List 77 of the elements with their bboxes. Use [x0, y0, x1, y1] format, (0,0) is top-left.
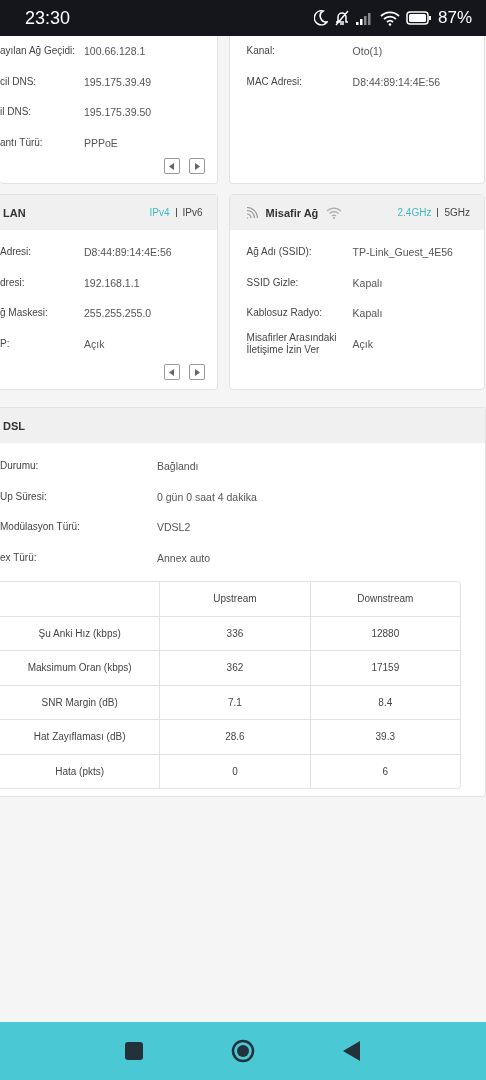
card-title: DSL [3, 419, 25, 432]
caret-left-icon [168, 368, 175, 376]
field-label: ayılan Ağ Geçidi: [0, 45, 77, 58]
previous-button[interactable] [163, 364, 180, 380]
band-tab[interactable]: IPv6 [182, 207, 203, 218]
field-value: 192.168.1.1 [84, 276, 140, 289]
field-label: ğ Maskesi: [0, 307, 49, 320]
signal-icon [355, 11, 374, 25]
caret-left-icon [168, 162, 175, 170]
table-cell: SNR Margin (dB) [0, 684, 160, 719]
field-value: TP-Link_Guest_4E56 [352, 246, 453, 259]
moon-icon [313, 10, 328, 26]
band-tab[interactable]: 5GHz [444, 207, 470, 218]
field-value: Açık [352, 337, 373, 350]
field-label: Kablosuz Radyo: [246, 307, 324, 320]
field-label: il DNS: [0, 106, 33, 119]
field-value: Oto(1) [352, 45, 383, 58]
column-header: Downstream [309, 582, 460, 616]
column-header: Upstream [159, 582, 310, 616]
bell-off-icon [333, 10, 350, 26]
wifi-icon [379, 10, 400, 26]
table-cell: 28.6 [159, 719, 310, 754]
field-value: Açık [84, 337, 105, 350]
table-cell: Maksimum Oran (kbps) [0, 650, 160, 685]
field-value: 100.66.128.1 [84, 45, 146, 58]
field-label: SSID Gizle: [246, 276, 300, 289]
table-cell: 362 [159, 650, 310, 685]
field-value: D8:44:89:14:4E:56 [84, 246, 172, 259]
field-value: 195.175.39.50 [84, 106, 152, 119]
table-cell: Şu Anki Hız (kbps) [0, 615, 160, 650]
back-button[interactable] [343, 1041, 361, 1061]
field-label: ex Türü: [0, 551, 38, 564]
field-label: MAC Adresi: [246, 75, 304, 88]
field-value: 0 gün 0 saat 4 dakika [157, 490, 257, 503]
field-label: cil DNS: [0, 75, 38, 88]
home-button[interactable] [231, 1039, 255, 1063]
battery-icon [405, 11, 432, 25]
table-cell: Hat Zayıflaması (dB) [0, 719, 160, 754]
field-value: VDSL2 [157, 521, 191, 534]
field-value: Kapalı [352, 307, 383, 320]
field-label: Durumu: [0, 460, 40, 473]
card-title: Misafir Ağ [265, 206, 319, 219]
clock: 23:30 [25, 7, 71, 29]
field-value: Bağlandı [157, 460, 199, 473]
field-label: P: [0, 337, 11, 350]
card-title: LAN [3, 206, 26, 219]
field-value: 255.255.255.0 [84, 307, 152, 320]
field-label: dresi: [0, 276, 26, 289]
field-label: Misafirler Arasındaki İletişime İzin Ver [246, 331, 338, 356]
caret-right-icon [193, 162, 200, 170]
next-button[interactable] [188, 364, 205, 380]
wifi-icon [326, 206, 343, 219]
table-cell: 39.3 [309, 719, 460, 754]
field-label: Modülasyon Türü: [0, 521, 81, 534]
table-cell: 0 [159, 753, 310, 788]
field-label: Kanal: [246, 45, 276, 58]
table-cell: 7.1 [159, 684, 310, 719]
signal-waves-icon [245, 206, 258, 219]
table-cell: 336 [159, 615, 310, 650]
field-label: Ağ Adı (SSID): [246, 246, 313, 259]
table-cell: 6 [309, 753, 460, 788]
field-label: Adresi: [0, 246, 33, 259]
table-cell: 12880 [309, 615, 460, 650]
table-cell: 17159 [309, 650, 460, 685]
battery-percent: 87% [437, 8, 472, 28]
field-value: D8:44:89:14:4E:56 [352, 75, 441, 88]
table-cell: 8.4 [309, 684, 460, 719]
field-value: 195.175.39.49 [84, 75, 152, 88]
next-button[interactable] [188, 158, 205, 174]
field-value: Annex auto [157, 551, 211, 564]
field-value: PPPoE [84, 136, 118, 149]
previous-button[interactable] [163, 158, 180, 174]
field-label: Up Süresi: [0, 490, 48, 503]
caret-right-icon [193, 368, 200, 376]
field-value: Kapalı [352, 276, 383, 289]
field-label: antı Türü: [0, 136, 44, 149]
table-cell: Hata (pkts) [0, 753, 160, 788]
